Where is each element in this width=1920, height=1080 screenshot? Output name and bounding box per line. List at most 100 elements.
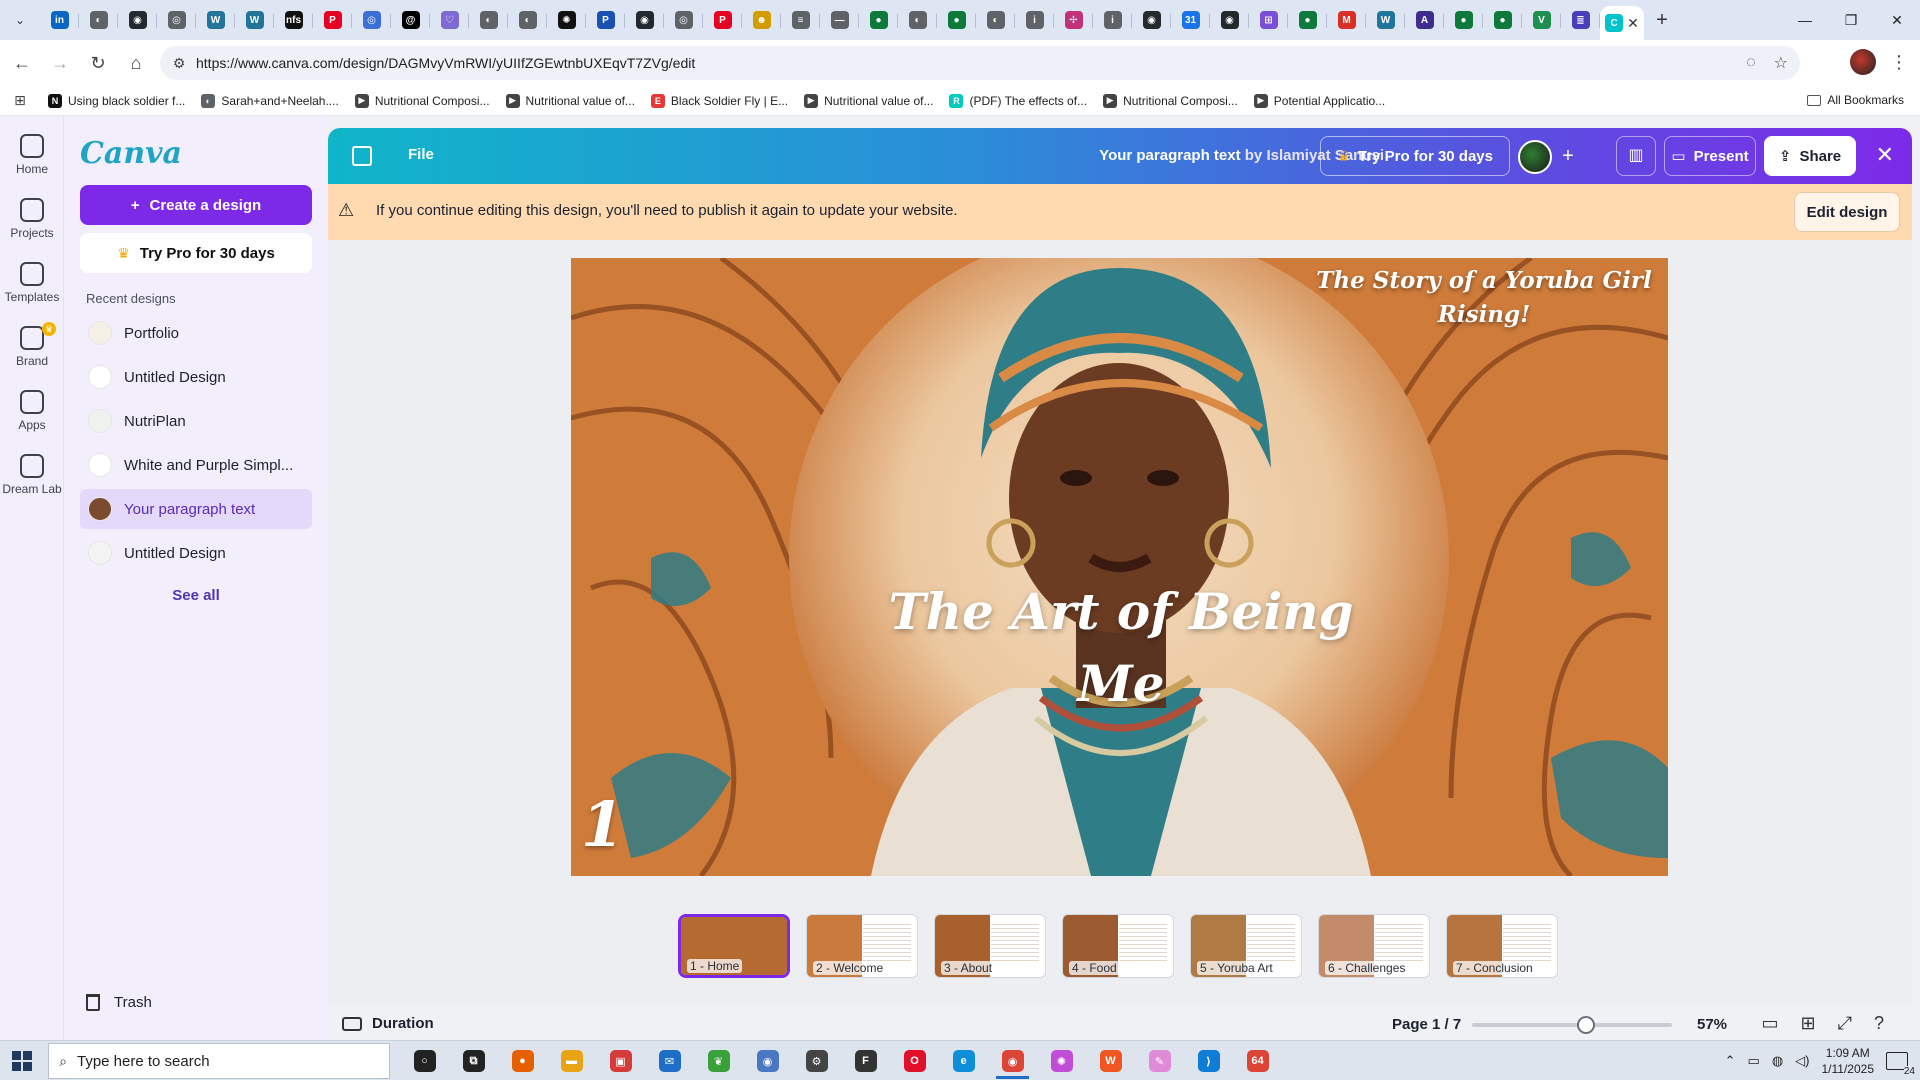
eye-off-icon[interactable]: ◌ [1746, 54, 1756, 72]
bookmark-item[interactable]: N Using black soldier f... [40, 93, 193, 108]
rail-item-apps[interactable]: Apps [0, 390, 64, 432]
pinned-tab[interactable]: ◉ [1132, 4, 1171, 36]
add-collaborator-icon[interactable]: + [1554, 142, 1582, 170]
pinned-tab[interactable]: ◐ [469, 4, 508, 36]
rail-item-dream-lab[interactable]: Dream Lab [0, 454, 64, 496]
share-button[interactable]: ⇪ Share [1764, 136, 1856, 176]
see-all-link[interactable]: See all [64, 587, 328, 604]
close-window-icon[interactable]: ✕ [1874, 0, 1920, 40]
recent-design-item[interactable]: Portfolio [80, 313, 312, 353]
page-thumbnail[interactable]: 2 - Welcome [806, 914, 918, 978]
slide-title[interactable]: The Art of Being Me [871, 576, 1371, 720]
recent-design-item[interactable]: Untitled Design [80, 533, 312, 573]
taskbar-app[interactable]: ⧉ [449, 1043, 498, 1079]
pinned-tab[interactable]: ◉ [1210, 4, 1249, 36]
bookmark-item[interactable]: R (PDF) The effects of... [941, 93, 1095, 108]
recent-design-item[interactable]: Your paragraph text [80, 489, 312, 529]
reload-button[interactable]: ↻ [82, 47, 114, 79]
taskbar-app[interactable]: ⟩ [1184, 1043, 1233, 1079]
pinned-tab[interactable]: ♡ [430, 4, 469, 36]
taskbar-app[interactable]: O [890, 1043, 939, 1079]
taskbar-app[interactable]: ❦ [694, 1043, 743, 1079]
recent-design-item[interactable]: Untitled Design [80, 357, 312, 397]
notifications-icon[interactable]: 24 [1886, 1052, 1915, 1077]
start-button[interactable] [12, 1051, 32, 1071]
notes-view-icon[interactable]: ▭ [1761, 1013, 1778, 1034]
trash-button[interactable]: Trash [86, 994, 152, 1011]
pinned-tab[interactable]: in [40, 4, 79, 36]
taskbar-app[interactable]: ▬ [547, 1043, 596, 1079]
pinned-tab[interactable]: ◉ [118, 4, 157, 36]
slide-number[interactable]: 1 [581, 788, 624, 861]
page-thumbnail[interactable]: 5 - Yoruba Art [1190, 914, 1302, 978]
network-icon[interactable]: ◍ [1772, 1053, 1783, 1069]
pinned-tab[interactable]: P [586, 4, 625, 36]
taskbar-app[interactable]: ✎ [1135, 1043, 1184, 1079]
pinned-tab[interactable]: V [1522, 4, 1561, 36]
page-thumbnail[interactable]: 3 - About [934, 914, 1046, 978]
page-thumbnail[interactable]: 7 - Conclusion [1446, 914, 1558, 978]
tray-expand-icon[interactable]: ⌃ [1725, 1053, 1736, 1069]
pinned-tab[interactable]: nfs [274, 4, 313, 36]
pinned-tab[interactable]: ● [1444, 4, 1483, 36]
pinned-tab[interactable]: ⊞ [1249, 4, 1288, 36]
pinned-tab[interactable]: ● [937, 4, 976, 36]
file-menu[interactable]: File [408, 146, 434, 163]
pinned-tab[interactable]: — [820, 4, 859, 36]
pinned-tab[interactable]: i [1093, 4, 1132, 36]
rail-item-projects[interactable]: Projects [0, 198, 64, 240]
header-try-pro-button[interactable]: ♛ Try Pro for 30 days [1320, 136, 1510, 176]
rail-item-templates[interactable]: Templates [0, 262, 64, 304]
pinned-tab[interactable]: ◐ [898, 4, 937, 36]
recent-design-item[interactable]: White and Purple Simpl... [80, 445, 312, 485]
slide-canvas[interactable]: The Story of a Yoruba Girl Rising! The A… [571, 258, 1668, 876]
taskbar-app[interactable]: ◉ [743, 1043, 792, 1079]
taskbar-app[interactable]: ▣ [596, 1043, 645, 1079]
page-thumbnail[interactable]: 1 - Home [678, 914, 790, 978]
canva-logo[interactable]: Canva [80, 136, 182, 171]
edit-design-button[interactable]: Edit design [1794, 192, 1900, 232]
pinned-tab[interactable]: @ [391, 4, 430, 36]
close-editor-icon[interactable]: ✕ [1876, 142, 1894, 168]
all-bookmarks-button[interactable]: All Bookmarks [1807, 93, 1904, 107]
pinned-tab[interactable]: ◐ [79, 4, 118, 36]
battery-icon[interactable]: ▭ [1748, 1053, 1760, 1069]
apps-grid-icon[interactable]: ⊞ [0, 92, 40, 109]
page-thumbnail[interactable]: 6 - Challenges [1318, 914, 1430, 978]
browser-menu-icon[interactable]: ⋮ [1890, 52, 1908, 73]
try-pro-button[interactable]: ♛ Try Pro for 30 days [80, 233, 312, 273]
bookmark-item[interactable]: ◐ Sarah+and+Neelah.... [193, 93, 346, 108]
page-indicator[interactable]: Page 1 / 7 [1392, 1016, 1461, 1033]
bookmark-star-icon[interactable]: ☆ [1774, 53, 1788, 73]
taskbar-app[interactable]: F [841, 1043, 890, 1079]
grid-view-icon[interactable]: ⊞ [1800, 1013, 1815, 1034]
taskbar-app[interactable]: 64 [1233, 1043, 1282, 1079]
profile-avatar[interactable] [1850, 49, 1876, 75]
taskbar-app[interactable]: ○ [400, 1043, 449, 1079]
create-design-button[interactable]: + Create a design [80, 185, 312, 225]
pinned-tab[interactable]: ◎ [352, 4, 391, 36]
taskbar-app[interactable]: ✺ [1037, 1043, 1086, 1079]
slide-subtitle[interactable]: The Story of a Yoruba Girl Rising! [1299, 264, 1668, 332]
tab-search-chevron-icon[interactable]: ⌄ [0, 0, 40, 40]
pinned-tab[interactable]: ◐ [976, 4, 1015, 36]
taskbar-app[interactable]: ◉ [988, 1043, 1037, 1079]
pinned-tab[interactable]: i [1015, 4, 1054, 36]
url-text[interactable]: https://www.canva.com/design/DAGMvyVmRWI… [196, 55, 695, 71]
pinned-tab[interactable]: A [1405, 4, 1444, 36]
pinned-tab[interactable]: ● [859, 4, 898, 36]
pinned-tab[interactable]: ◉ [625, 4, 664, 36]
forward-button[interactable]: → [44, 47, 76, 79]
zoom-slider[interactable] [1472, 1016, 1672, 1034]
bookmark-item[interactable]: ▶ Nutritional Composi... [1095, 93, 1246, 108]
pinned-tab[interactable]: ◎ [664, 4, 703, 36]
new-tab-button[interactable]: + [1644, 2, 1680, 38]
back-button[interactable]: ← [6, 47, 38, 79]
pinned-tab[interactable]: ≡ [781, 4, 820, 36]
clock[interactable]: 1:09 AM 1/11/2025 [1822, 1045, 1875, 1077]
collaborator-avatar[interactable] [1518, 140, 1552, 174]
rail-item-brand[interactable]: Brand ♛ [0, 322, 64, 368]
address-bar[interactable]: ⚙ https://www.canva.com/design/DAGMvyVmR… [160, 46, 1800, 80]
pinned-tab[interactable]: 31 [1171, 4, 1210, 36]
restore-icon[interactable]: ❐ [1828, 0, 1874, 40]
